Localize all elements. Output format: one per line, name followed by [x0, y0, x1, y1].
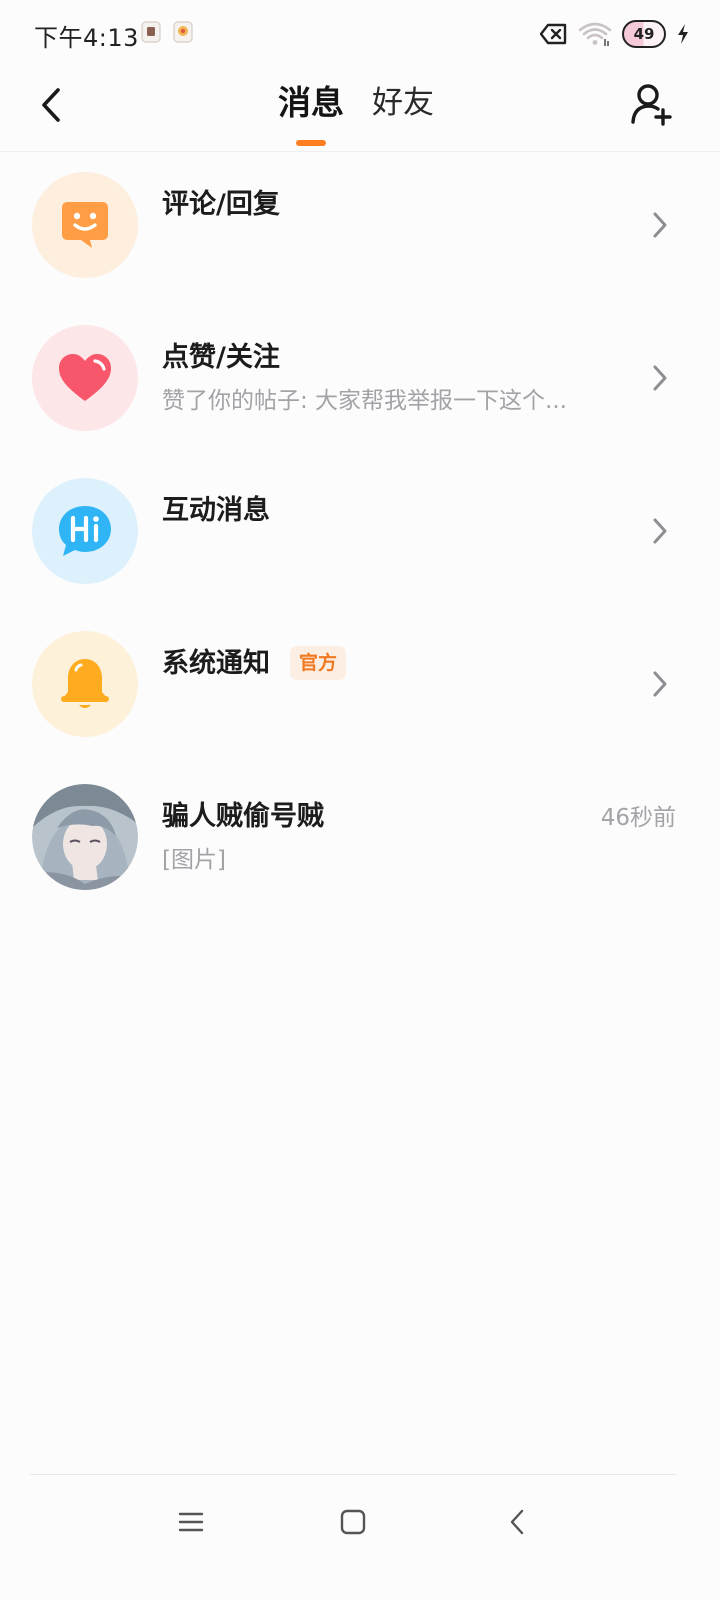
list-item-title: 评论/回复	[162, 189, 280, 220]
battery-level: 49	[633, 25, 655, 43]
tab-bar: 消息 好友	[270, 78, 442, 146]
chevron-right-icon	[653, 212, 667, 238]
comment-smile-icon	[62, 202, 108, 248]
list-item-title: 互动消息	[162, 495, 270, 526]
list-item-preview: 赞了你的帖子: 大家帮我举报一下这个...	[162, 388, 567, 414]
no-sim-icon	[540, 23, 567, 45]
app-notification-icon	[173, 21, 193, 43]
nav-divider	[30, 1474, 676, 1475]
bell-icon	[61, 659, 109, 708]
back-icon	[510, 1509, 524, 1535]
list-item-chat[interactable]: 骗人贼偷号贼 [图片] 46秒前	[0, 768, 720, 921]
list-item-title: 点赞/关注	[162, 342, 280, 373]
official-badge: 官方	[290, 646, 347, 680]
comment-avatar	[32, 172, 138, 278]
list-item-title-text: 系统通知	[162, 648, 270, 679]
chevron-right-icon	[653, 365, 667, 391]
avatar-image	[32, 784, 138, 890]
tab-messages[interactable]: 消息	[270, 78, 352, 146]
home-icon	[340, 1509, 366, 1535]
active-tab-indicator	[296, 140, 326, 146]
list-item-likes[interactable]: 点赞/关注 赞了你的帖子: 大家帮我举报一下这个...	[0, 309, 720, 462]
wifi-icon	[578, 22, 612, 46]
hi-chat-icon	[59, 506, 111, 556]
menu-button[interactable]	[156, 1502, 226, 1542]
add-user-icon	[631, 84, 672, 126]
user-avatar	[32, 784, 138, 890]
list-item-preview: [图片]	[162, 847, 226, 873]
chevron-left-icon	[42, 88, 60, 122]
interactions-avatar	[32, 478, 138, 584]
message-list: 评论/回复 点赞/关注 赞了你的帖子: 大家帮我举报一下这个... 互动消息 系…	[0, 156, 720, 921]
status-bar: 下午4:13 49	[0, 0, 720, 68]
tab-friends-label: 好友	[372, 85, 434, 121]
battery-icon: 49	[622, 20, 666, 48]
list-item-title: 系统通知 官方	[162, 641, 347, 680]
heart-icon	[59, 354, 111, 401]
list-item-time: 46秒前	[600, 805, 676, 831]
header: 消息 好友	[0, 70, 720, 152]
charging-icon	[678, 24, 688, 44]
system-nav-bar	[0, 1476, 720, 1600]
back-button[interactable]	[26, 80, 76, 130]
menu-icon	[178, 1512, 204, 1532]
system-avatar	[32, 631, 138, 737]
list-item-comments[interactable]: 评论/回复	[0, 156, 720, 309]
home-button[interactable]	[318, 1502, 388, 1542]
chevron-right-icon	[653, 671, 667, 697]
tab-messages-label: 消息	[278, 83, 344, 122]
add-friend-button[interactable]	[624, 76, 680, 132]
tab-friends[interactable]: 好友	[352, 78, 442, 138]
list-item-system[interactable]: 系统通知 官方	[0, 615, 720, 768]
status-time: 下午4:13	[34, 24, 139, 52]
app-notification-icon	[141, 21, 161, 43]
list-item-interactions[interactable]: 互动消息	[0, 462, 720, 615]
system-back-button[interactable]	[482, 1502, 552, 1542]
chevron-right-icon	[653, 518, 667, 544]
list-item-title: 骗人贼偷号贼	[162, 801, 324, 832]
likes-avatar	[32, 325, 138, 431]
status-icons: 49	[540, 18, 690, 50]
